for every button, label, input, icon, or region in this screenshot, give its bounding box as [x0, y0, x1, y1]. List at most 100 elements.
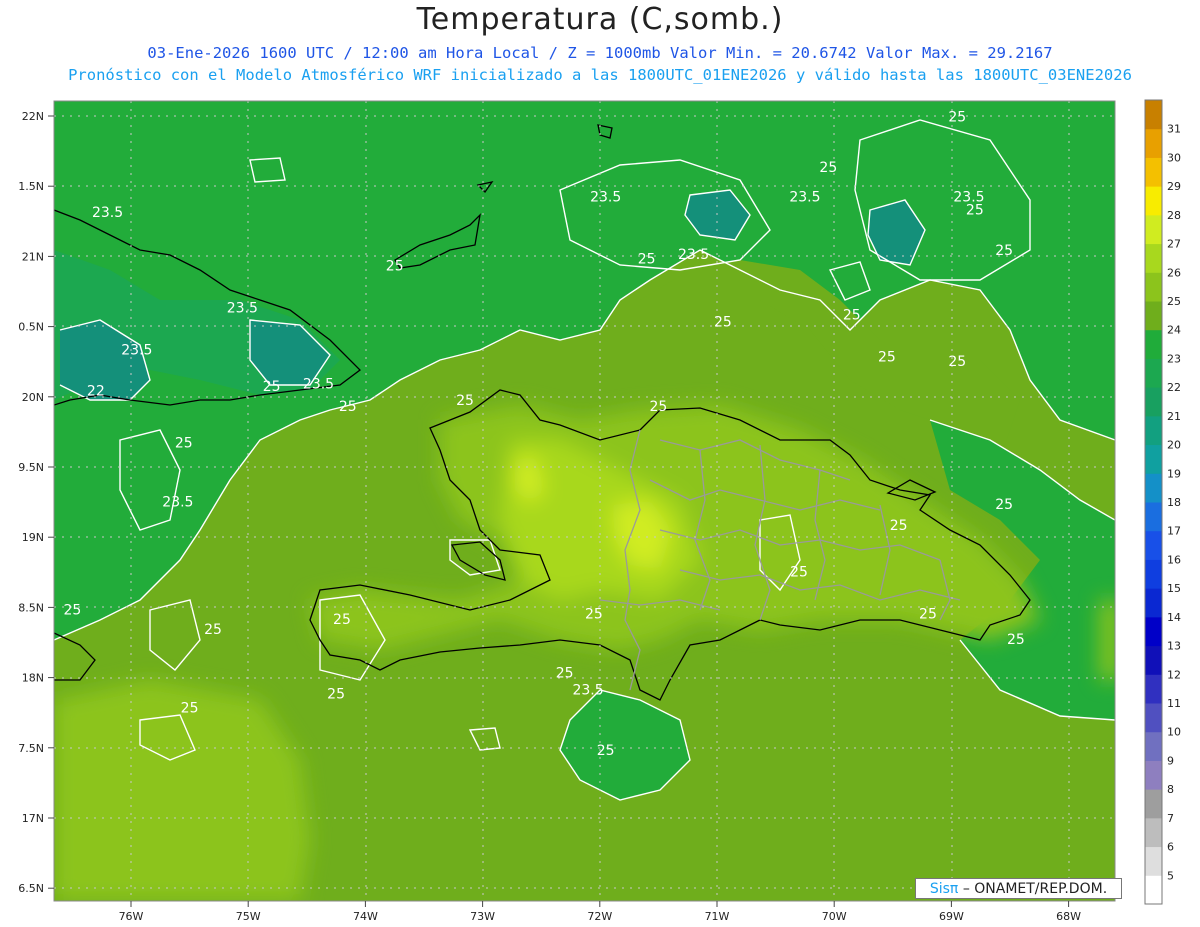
colorbar-tick-label: 20	[1167, 439, 1181, 452]
lat-tick-label: 1.5N	[18, 180, 44, 193]
colorbar-swatch	[1145, 645, 1162, 675]
colorbar-swatch	[1145, 272, 1162, 302]
colorbar-tick-label: 15	[1167, 582, 1181, 595]
colorbar-swatch	[1145, 214, 1162, 245]
contour-label: 25	[63, 602, 81, 618]
credit-org: – ONAMET/REP.DOM.	[962, 881, 1108, 897]
contour-label: 25	[819, 160, 837, 176]
colorbar-tick-label: 6	[1167, 841, 1174, 854]
colorbar-tick-label: 26	[1167, 266, 1181, 279]
colorbar-tick-label: 16	[1167, 553, 1181, 566]
lon-tick-label: 73W	[470, 910, 495, 923]
contour-label: 23.5	[590, 190, 621, 206]
contour-label: 25	[638, 251, 656, 267]
lat-tick-label: 9.5N	[18, 461, 44, 474]
colorbar-tick-label: 5	[1167, 869, 1174, 882]
contour-label: 25	[878, 350, 896, 366]
colorbar-tick-label: 22	[1167, 381, 1181, 394]
contour-label: 25	[714, 315, 732, 331]
colorbar-tick-label: 19	[1167, 467, 1181, 480]
colorbar-tick-label: 14	[1167, 611, 1181, 624]
colorbar-swatch	[1145, 616, 1162, 647]
lon-tick-label: 69W	[939, 910, 964, 923]
colorbar-tick-label: 10	[1167, 726, 1181, 739]
contour-label: 25	[597, 743, 615, 759]
colorbar-tick-label: 28	[1167, 209, 1181, 222]
lon-tick-label: 70W	[822, 910, 847, 923]
colorbar-swatch	[1145, 128, 1162, 158]
colorbar-swatch	[1145, 588, 1162, 618]
colorbar-swatch	[1145, 731, 1162, 761]
colorbar-swatch	[1145, 387, 1162, 417]
colorbar-swatch	[1145, 530, 1162, 560]
lon-tick-label: 71W	[705, 910, 730, 923]
colorbar-swatch	[1145, 358, 1162, 388]
colorbar-swatch	[1145, 760, 1162, 790]
contour-label: 23.5	[678, 247, 709, 263]
colorbar-tick-label: 24	[1167, 324, 1181, 337]
colorbar-swatch	[1145, 415, 1162, 446]
lat-tick-label: 22N	[22, 110, 44, 123]
colorbar-tick-label: 11	[1167, 697, 1181, 710]
lon-tick-label: 76W	[119, 910, 144, 923]
lat-tick-label: 7.5N	[18, 742, 44, 755]
contour-label: 23.5	[789, 190, 820, 206]
lat-tick-label: 6.5N	[18, 882, 44, 895]
colorbar-tick-label: 29	[1167, 180, 1181, 193]
contour-label: 25	[843, 308, 861, 324]
lon-tick-label: 74W	[353, 910, 378, 923]
contour-label: 25	[948, 110, 966, 126]
credit-box: Sisπ – ONAMET/REP.DOM.	[915, 878, 1122, 899]
contour-label: 25	[175, 435, 193, 451]
contour-label: 25	[790, 565, 808, 581]
contour-label: 23.5	[303, 376, 334, 392]
contour-label: 25	[890, 518, 908, 534]
colorbar-tick-label: 30	[1167, 151, 1181, 164]
colorbar-swatch	[1145, 817, 1162, 848]
contour-label: 25	[181, 701, 199, 717]
contour-label: 25	[1007, 632, 1025, 648]
colorbar-swatch	[1145, 157, 1162, 187]
colorbar-tick-label: 23	[1167, 352, 1181, 365]
latitude-labels: 22N 1.5N 21N 0.5N 20N 9.5N 19N 8.5N 18N 7.5N 17N 6.…	[18, 110, 54, 895]
contour-label: 25	[948, 354, 966, 370]
contour-label: 23.5	[227, 301, 258, 317]
contour-label: 25	[456, 393, 474, 409]
contour-label: 23.5	[121, 343, 152, 359]
lon-tick-label: 75W	[236, 910, 261, 923]
longitude-labels: 76W 75W 74W 73W 72W 71W 70W 69W 68W	[119, 901, 1081, 923]
colorbar-swatch	[1145, 243, 1162, 273]
colorbar-swatch	[1145, 502, 1162, 532]
contour-label: 23.5	[92, 205, 123, 221]
colorbar-tick-label: 8	[1167, 783, 1174, 796]
contour-label: 25	[339, 399, 357, 415]
contour-label: 25	[263, 379, 281, 395]
colorbar-swatch	[1145, 875, 1162, 905]
colorbar-tick-label: 7	[1167, 812, 1174, 825]
contour-label: 25	[966, 202, 984, 218]
colorbar-swatch	[1145, 329, 1162, 359]
colorbar-tick-label: 25	[1167, 295, 1181, 308]
colorbar-swatch	[1145, 559, 1162, 589]
lat-tick-label: 8.5N	[18, 601, 44, 614]
contour-label: 25	[386, 258, 404, 274]
contour-label: 23.5	[162, 494, 193, 510]
colorbar-tick-label: 17	[1167, 525, 1181, 538]
lat-tick-label: 19N	[22, 531, 44, 544]
colorbar-swatch	[1145, 789, 1162, 819]
colorbar-tick-label: 18	[1167, 496, 1181, 509]
contour-label: 22	[87, 383, 105, 399]
colorbar-tick-label: 13	[1167, 640, 1181, 653]
contour-label: 25	[995, 243, 1013, 259]
lon-tick-label: 68W	[1056, 910, 1081, 923]
contour-label: 25	[333, 612, 351, 628]
lat-tick-label: 17N	[22, 812, 44, 825]
colorbar-swatch	[1145, 444, 1162, 474]
colorbar-tick-label: 12	[1167, 668, 1181, 681]
colorbar-swatch	[1145, 846, 1162, 876]
colorbar-swatch	[1145, 301, 1162, 331]
contour-label: 25	[995, 497, 1013, 513]
colorbar-tick-label: 9	[1167, 754, 1174, 767]
temperature-map: 25 23.5 23.5 23.5 23.5 23.5 25 25 25 25 25 25 25 23.5…	[18, 99, 1181, 923]
contour-label: 25	[556, 666, 574, 682]
